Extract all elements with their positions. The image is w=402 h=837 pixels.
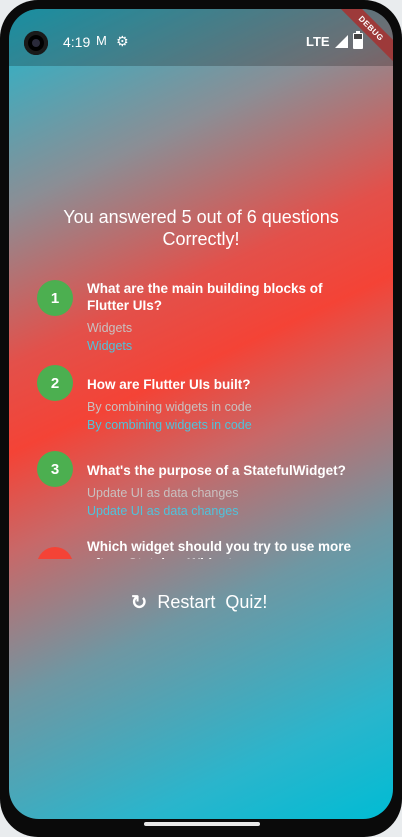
- question-number-badge: 3: [37, 451, 73, 487]
- correct-answer: Update UI as data changes: [87, 504, 239, 518]
- summary-item-text: What's the purpose of a StatefulWidget? …: [87, 462, 355, 518]
- app-screen: 4:19 M ⚙ LTE DEBUG You answered 5 out of…: [9, 9, 393, 819]
- question-text: What's the purpose of a StatefulWidget?: [87, 463, 346, 478]
- network-type: LTE: [306, 34, 330, 49]
- question-text: How are Flutter UIs built?: [87, 377, 251, 392]
- user-answer: Widgets: [87, 321, 133, 335]
- result-title: You answered 5 out of 6 questions Correc…: [63, 207, 339, 249]
- summary-item-text: Which widget should you try to use more …: [87, 538, 355, 559]
- user-answer: Update UI as data changes: [87, 486, 239, 500]
- correct-answer: Widgets: [87, 339, 133, 353]
- correct-answer: By combining widgets in code: [87, 418, 252, 432]
- gmail-icon: M: [96, 33, 107, 48]
- summary-item-text: What are the main building blocks of Flu…: [87, 280, 355, 353]
- refresh-icon: ↻: [130, 591, 148, 614]
- home-indicator[interactable]: [144, 822, 260, 826]
- question-text: Which widget should you try to use more …: [87, 539, 352, 559]
- questions-summary-list[interactable]: 1 What are the main building blocks of F…: [36, 265, 356, 559]
- question-text: What are the main building blocks of Flu…: [87, 281, 323, 313]
- restart-label: Restart Quiz!: [157, 591, 268, 612]
- question-number-badge: 1: [37, 280, 73, 316]
- restart-quiz-button[interactable]: ↻ Restart Quiz!: [119, 587, 279, 617]
- question-number-badge: 2: [37, 365, 73, 401]
- question-number-badge: 4: [37, 547, 73, 559]
- signal-icon: [335, 35, 348, 48]
- battery-icon: [353, 31, 363, 49]
- settings-gear-icon: ⚙: [116, 33, 129, 49]
- status-bar: 4:19 M ⚙ LTE DEBUG: [9, 9, 393, 70]
- summary-item-text: How are Flutter UIs built? By combining …: [87, 376, 355, 432]
- phone-frame: 4:19 M ⚙ LTE DEBUG You answered 5 out of…: [0, 0, 402, 837]
- front-camera: [24, 31, 48, 55]
- user-answer: By combining widgets in code: [87, 400, 252, 414]
- status-time: 4:19: [63, 34, 91, 50]
